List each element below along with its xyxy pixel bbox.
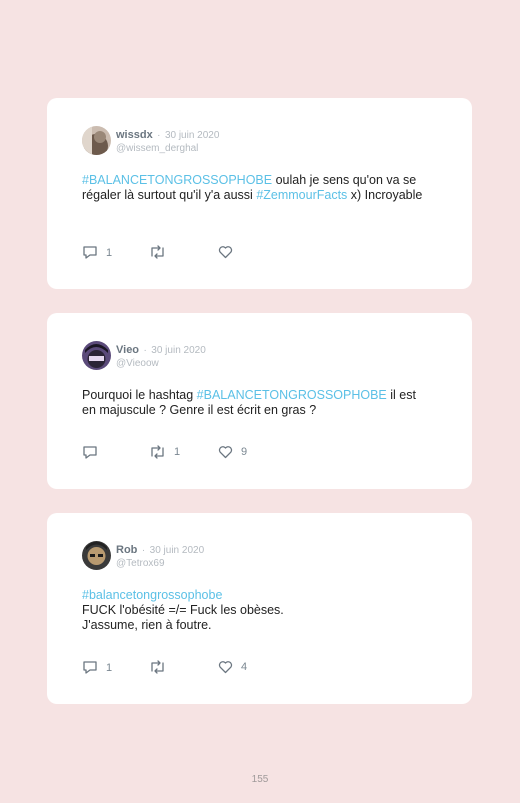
avatar[interactable] xyxy=(82,126,111,155)
tweet-text: #balancetongrossophobe FUCK l'obésité =/… xyxy=(82,588,432,633)
tweet-actions: 1 xyxy=(82,245,282,261)
retweet-button[interactable] xyxy=(149,245,174,259)
like-icon xyxy=(218,245,233,259)
like-button[interactable]: 4 xyxy=(218,660,247,674)
tweet-date[interactable]: 30 juin 2020 xyxy=(151,345,206,356)
author-name[interactable]: wissdx xyxy=(116,129,153,141)
tweet-header: wissdx · 30 juin 2020 @wissem_derghal xyxy=(116,128,219,155)
retweet-icon xyxy=(149,660,166,674)
like-count: 4 xyxy=(241,661,248,673)
separator: · xyxy=(157,130,161,141)
retweet-icon xyxy=(149,445,166,459)
like-icon xyxy=(218,660,233,674)
hashtag-link[interactable]: #ZemmourFacts xyxy=(256,188,347,202)
reply-button[interactable]: 1 xyxy=(82,245,112,260)
like-button[interactable] xyxy=(218,245,241,259)
author-name[interactable]: Vieo xyxy=(116,344,139,356)
separator: · xyxy=(143,345,147,356)
tweet-text: #BALANCETONGROSSOPHOBE oulah je sens qu'… xyxy=(82,173,432,203)
reply-button[interactable] xyxy=(82,445,106,460)
tweet-card: wissdx · 30 juin 2020 @wissem_derghal #B… xyxy=(47,98,472,289)
reply-count: 1 xyxy=(106,661,113,674)
hashtag-link[interactable]: #BALANCETONGROSSOPHOBE xyxy=(82,173,272,187)
retweet-button[interactable]: 1 xyxy=(149,445,180,459)
tweet-text-part: x) Incroyable xyxy=(347,188,423,202)
author-handle[interactable]: @wissem_derghal xyxy=(116,143,219,155)
avatar[interactable] xyxy=(82,541,111,570)
reply-icon xyxy=(82,445,98,460)
like-icon xyxy=(218,445,233,459)
tweet-text-line: J'assume, rien à foutre. xyxy=(82,618,212,632)
retweet-button[interactable] xyxy=(149,660,174,674)
like-button[interactable]: 9 xyxy=(218,445,247,459)
tweet-header: Rob · 30 juin 2020 @Tetrox69 xyxy=(116,543,204,570)
reply-icon xyxy=(82,660,98,675)
tweet-text: Pourquoi le hashtag #BALANCETONGROSSOPHO… xyxy=(82,388,432,418)
retweet-icon xyxy=(149,245,166,259)
page-number: 155 xyxy=(251,774,269,785)
reply-icon xyxy=(82,245,98,260)
tweet-actions: 1 4 xyxy=(82,660,282,676)
tweet-card: Vieo · 30 juin 2020 @Vieoow Pourquoi le … xyxy=(47,313,472,489)
separator: · xyxy=(141,545,146,556)
tweet-actions: 1 9 xyxy=(82,445,282,461)
like-count: 9 xyxy=(241,446,248,458)
hashtag-link[interactable]: #BALANCETONGROSSOPHOBE xyxy=(197,388,387,402)
retweet-count: 1 xyxy=(174,446,181,458)
tweet-card: Rob · 30 juin 2020 @Tetrox69 #balanceton… xyxy=(47,513,472,704)
reply-button[interactable]: 1 xyxy=(82,660,112,675)
author-name[interactable]: Rob xyxy=(116,544,137,556)
tweet-text-part: Pourquoi le hashtag xyxy=(82,388,197,402)
tweet-date[interactable]: 30 juin 2020 xyxy=(150,545,205,556)
author-handle[interactable]: @Tetrox69 xyxy=(116,558,204,570)
tweet-date[interactable]: 30 juin 2020 xyxy=(165,130,220,141)
author-handle[interactable]: @Vieoow xyxy=(116,358,206,370)
tweet-text-line: FUCK l'obésité =/= Fuck les obèses. xyxy=(82,603,284,617)
tweet-header: Vieo · 30 juin 2020 @Vieoow xyxy=(116,343,206,370)
avatar[interactable] xyxy=(82,341,111,370)
reply-count: 1 xyxy=(106,246,113,259)
hashtag-link[interactable]: #balancetongrossophobe xyxy=(82,588,222,602)
